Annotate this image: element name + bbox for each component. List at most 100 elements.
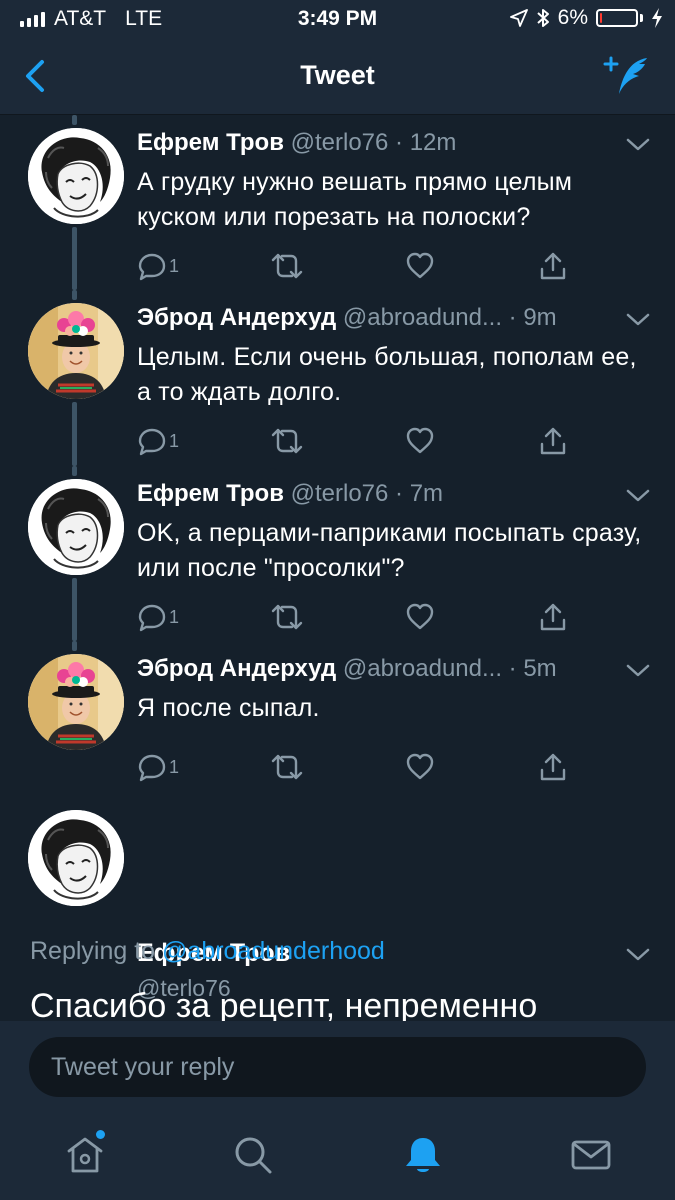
nav-bar: Tweet	[0, 38, 675, 115]
share-icon	[540, 603, 566, 631]
compose-tweet-icon	[603, 56, 647, 94]
sketch-portrait-avatar-icon	[28, 479, 124, 575]
reply-button[interactable]: 1	[137, 749, 179, 785]
share-button[interactable]	[538, 248, 568, 284]
reply-count: 1	[169, 756, 180, 777]
tweet-time: · 7m	[395, 480, 444, 507]
tweet-menu-button[interactable]	[623, 486, 653, 506]
thread-tweet[interactable]: Эброд Андерхуд @abroadund... · 9m Целым.…	[0, 290, 675, 466]
tweet-header: Ефрем Тров @terlo76 · 12m	[137, 129, 612, 157]
thread-connector	[72, 227, 77, 290]
tweet-menu-button[interactable]	[623, 310, 653, 330]
bluetooth-icon	[536, 9, 549, 27]
heart-icon	[406, 753, 434, 780]
messages-envelope-icon	[571, 1140, 611, 1170]
retweet-button[interactable]	[270, 248, 304, 284]
retweet-icon	[271, 604, 303, 630]
thread-tweet[interactable]: Ефрем Тров @terlo76 · 7m OK, а перцами-п…	[0, 466, 675, 641]
thread-connector	[72, 641, 77, 651]
like-button[interactable]	[405, 749, 435, 785]
reply-count: 1	[169, 606, 180, 627]
tweet-time: · 12m	[395, 129, 457, 156]
tab-home[interactable]	[63, 1133, 107, 1177]
chevron-down-icon	[626, 313, 650, 326]
retweet-icon	[271, 253, 303, 279]
author-handle[interactable]: @terlo76	[291, 480, 389, 507]
like-button[interactable]	[405, 423, 435, 459]
tweet-header: Эброд Андерхуд @abroadund... · 9m	[137, 304, 612, 332]
tab-messages[interactable]	[569, 1133, 613, 1177]
thread-connector	[72, 402, 77, 466]
author-handle[interactable]: @abroadund...	[343, 304, 502, 331]
costumed-man-avatar-icon	[28, 654, 124, 750]
tweet-menu-button[interactable]	[623, 661, 653, 681]
avatar[interactable]	[28, 128, 124, 224]
tweet-time: · 9m	[508, 304, 557, 331]
tab-bar	[0, 1113, 675, 1200]
replying-handle-link[interactable]: @abroadunderhood	[162, 937, 385, 965]
tab-search[interactable]	[231, 1133, 275, 1177]
thread-tweet[interactable]: Ефрем Тров @terlo76 · 12m А грудку нужно…	[0, 115, 675, 290]
like-button[interactable]	[405, 248, 435, 284]
heart-icon	[406, 427, 434, 454]
home-icon	[67, 1137, 103, 1173]
retweet-button[interactable]	[270, 423, 304, 459]
share-button[interactable]	[538, 423, 568, 459]
tweet-menu-button[interactable]	[623, 135, 653, 155]
tweet-text: А грудку нужно вешать прямо целым куском…	[137, 168, 573, 231]
reply-button[interactable]: 1	[137, 423, 179, 459]
thread-connector	[72, 466, 77, 476]
reply-button[interactable]: 1	[137, 599, 179, 635]
avatar[interactable]	[28, 303, 124, 399]
author-name[interactable]: Ефрем Тров	[137, 129, 284, 156]
tweet-actions: 1	[137, 599, 587, 635]
tweet-actions: 1	[137, 749, 587, 785]
reply-input[interactable]: Tweet your reply	[29, 1037, 646, 1097]
chevron-down-icon	[626, 489, 650, 502]
reply-count: 1	[169, 430, 180, 451]
notifications-bell-icon	[406, 1138, 440, 1172]
tweet-text: Я после сыпал.	[137, 694, 320, 722]
share-button[interactable]	[538, 749, 568, 785]
tweet-text: Целым. Если очень большая, пополам ее, а…	[137, 343, 637, 406]
tweet-header: Эброд Андерхуд @abroadund... · 5m	[137, 655, 612, 683]
share-icon	[540, 753, 566, 781]
tweet-time: · 5m	[508, 655, 557, 682]
costumed-man-avatar-icon	[28, 303, 124, 399]
author-name[interactable]: Эброд Андерхуд	[137, 304, 336, 331]
tweet-header: Ефрем Тров @terlo76 · 7m	[137, 480, 612, 508]
battery-icon	[596, 9, 638, 27]
author-handle[interactable]: @terlo76	[291, 129, 389, 156]
replying-to: Replying to @abroadunderhood	[30, 937, 385, 966]
compose-button[interactable]	[603, 54, 653, 98]
retweet-button[interactable]	[270, 749, 304, 785]
avatar[interactable]	[28, 654, 124, 750]
thread-tweet[interactable]: Эброд Андерхуд @abroadund... · 5m Я посл…	[0, 641, 675, 801]
tweet-actions: 1	[137, 423, 587, 459]
author-name[interactable]: Эброд Андерхуд	[137, 655, 336, 682]
tweet-actions: 1	[137, 248, 587, 284]
retweet-icon	[271, 754, 303, 780]
avatar[interactable]	[28, 479, 124, 575]
like-button[interactable]	[405, 599, 435, 635]
charging-bolt-icon	[652, 8, 662, 28]
author-handle[interactable]: @abroadund...	[343, 655, 502, 682]
sketch-portrait-avatar-icon	[28, 128, 124, 224]
tab-notifications[interactable]	[401, 1133, 445, 1177]
heart-icon	[406, 252, 434, 279]
thread-connector	[72, 290, 77, 300]
reply-icon	[138, 428, 166, 456]
author-name[interactable]: Ефрем Тров	[137, 480, 284, 507]
retweet-icon	[271, 428, 303, 454]
chevron-down-icon	[626, 138, 650, 151]
reply-icon	[138, 253, 166, 281]
battery-cap	[640, 14, 643, 22]
reply-icon	[138, 604, 166, 632]
page-title: Tweet	[300, 60, 375, 90]
share-button[interactable]	[538, 599, 568, 635]
reply-button[interactable]: 1	[137, 248, 179, 284]
home-unread-dot	[96, 1130, 105, 1139]
retweet-button[interactable]	[270, 599, 304, 635]
status-right: 6%	[509, 6, 663, 30]
main-tweet-body: Replying to @abroadunderhood Спасибо за …	[0, 801, 675, 1021]
